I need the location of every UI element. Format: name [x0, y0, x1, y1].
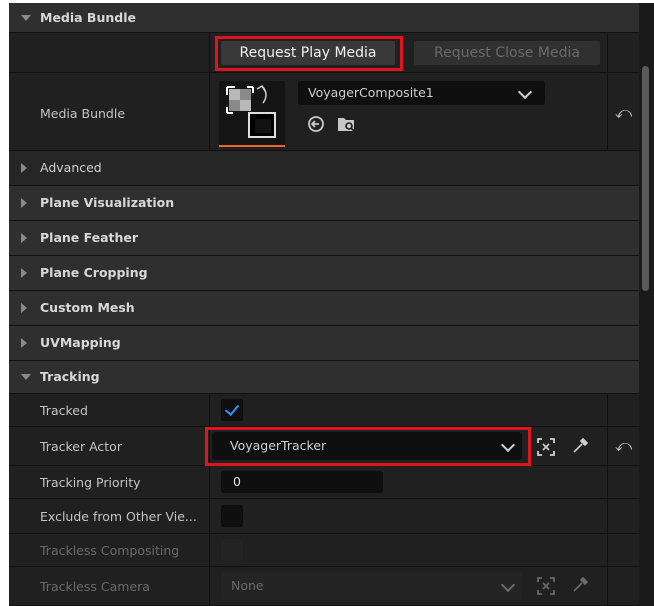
category-media-bundle[interactable]: Media Bundle	[9, 3, 639, 33]
media-bundle-label: Media Bundle	[40, 106, 126, 121]
media-bundle-asset-combo[interactable]: VoyagerComposite1	[298, 81, 545, 105]
category-label: UVMapping	[40, 335, 121, 350]
category-custom-mesh[interactable]: Custom Mesh	[9, 291, 639, 326]
category-label: Custom Mesh	[40, 300, 135, 315]
trackless-compositing-label: Trackless Compositing	[40, 543, 180, 558]
category-label: Plane Feather	[40, 230, 139, 245]
request-close-media-button[interactable]: Request Close Media	[414, 41, 600, 65]
category-label: Plane Visualization	[40, 195, 175, 210]
asset-combo-value: VoyagerComposite1	[308, 85, 434, 100]
exclude-checkbox[interactable]	[221, 505, 243, 527]
highlight-box	[215, 36, 403, 71]
chevron-down-icon	[500, 577, 516, 593]
category-plane-visualization[interactable]: Plane Visualization	[9, 186, 639, 221]
asset-thumbnail[interactable]	[219, 81, 285, 147]
tracking-priority-field[interactable]: 0	[221, 471, 383, 493]
tracked-checkbox[interactable]	[221, 399, 243, 421]
category-label: Tracking	[40, 369, 100, 384]
trackless-camera-value: None	[231, 578, 264, 593]
tracker-actor-label: Tracker Actor	[40, 439, 122, 454]
category-advanced[interactable]: Advanced	[9, 151, 639, 186]
category-label: Plane Cropping	[40, 265, 148, 280]
exclude-row: Exclude from Other Vie...	[9, 499, 639, 534]
select-actor-icon[interactable]	[536, 437, 556, 461]
category-label: Media Bundle	[40, 10, 136, 25]
reset-to-default-icon[interactable]: ⤺	[615, 103, 632, 123]
collapse-arrow-icon	[21, 374, 31, 380]
media-bundle-thumbnail-icon	[226, 84, 276, 138]
tracking-priority-label: Tracking Priority	[40, 475, 141, 490]
vertical-scrollbar[interactable]	[642, 66, 649, 291]
tracked-label: Tracked	[40, 403, 88, 418]
category-tracking[interactable]: Tracking	[9, 361, 639, 394]
browse-asset-icon[interactable]	[337, 115, 357, 137]
highlight-box	[205, 427, 531, 466]
expand-arrow-icon	[21, 338, 27, 348]
tracked-row: Tracked	[9, 394, 639, 427]
trackless-compositing-checkbox[interactable]	[221, 539, 243, 561]
eyedropper-icon[interactable]	[571, 576, 589, 598]
expand-arrow-icon	[21, 268, 27, 278]
select-actor-icon[interactable]	[536, 576, 556, 600]
reset-to-default-icon[interactable]: ⤺	[615, 436, 632, 456]
expand-arrow-icon	[21, 198, 27, 208]
tracking-priority-value: 0	[233, 474, 241, 489]
details-panel: Media Bundle Request Play Media Request …	[9, 3, 654, 606]
eyedropper-icon[interactable]	[571, 437, 589, 459]
expand-arrow-icon	[21, 163, 27, 173]
checkmark-icon	[224, 400, 240, 417]
trackless-compositing-row: Trackless Compositing	[9, 534, 639, 567]
use-selected-asset-icon[interactable]	[307, 115, 325, 137]
category-label: Advanced	[40, 160, 102, 175]
category-plane-cropping[interactable]: Plane Cropping	[9, 256, 639, 291]
expand-arrow-icon	[21, 303, 27, 313]
category-uvmapping[interactable]: UVMapping	[9, 326, 639, 361]
exclude-label: Exclude from Other Vie...	[40, 509, 197, 524]
collapse-arrow-icon	[21, 15, 31, 21]
chevron-down-icon	[517, 84, 533, 100]
category-plane-feather[interactable]: Plane Feather	[9, 221, 639, 256]
trackless-camera-label: Trackless Camera	[40, 579, 150, 594]
expand-arrow-icon	[21, 233, 27, 243]
trackless-camera-combo[interactable]: None	[221, 572, 522, 600]
